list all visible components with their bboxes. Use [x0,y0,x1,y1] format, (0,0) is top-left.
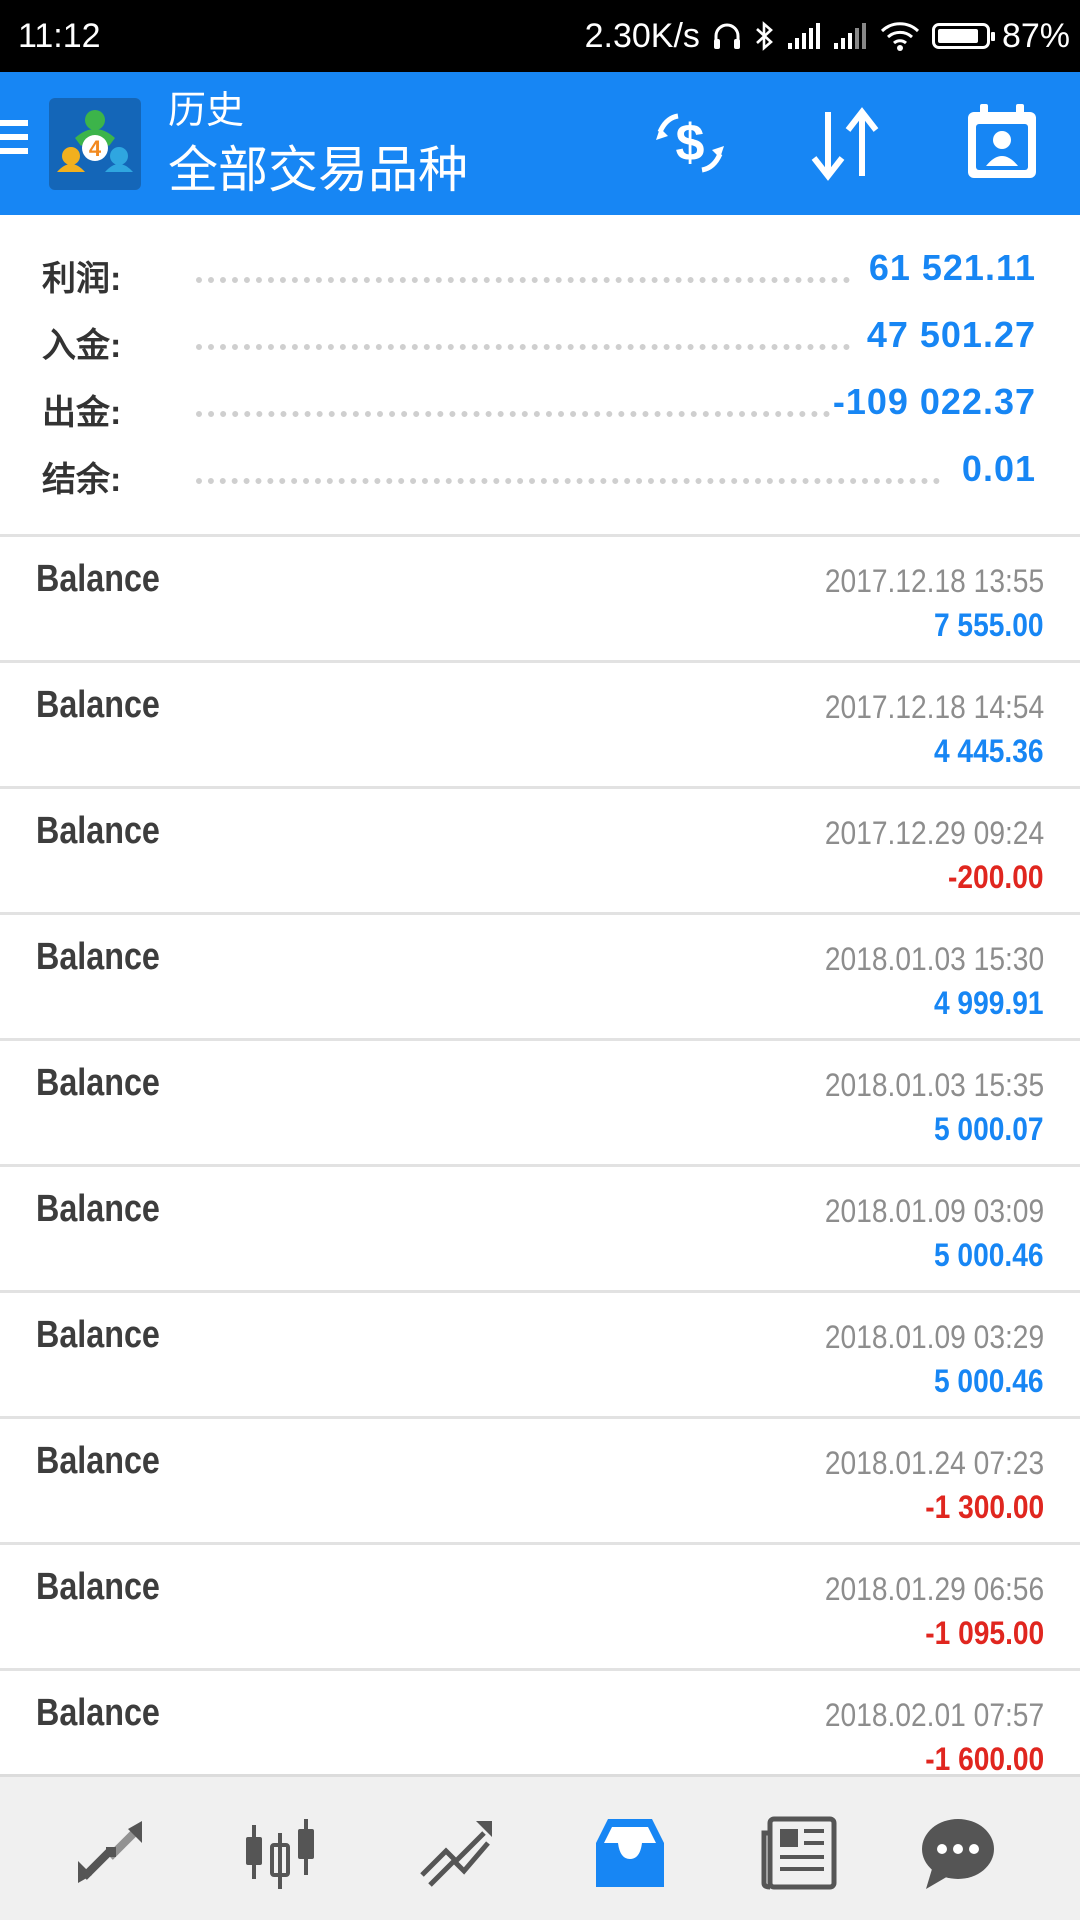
entry-amount: -200.00 [948,859,1044,895]
entry-time: 2017.12.29 09:24 [824,815,1044,851]
battery-icon [931,23,995,49]
summary-value: 0.01 [961,448,1036,489]
summary-row-withdrawal: 出金: -109 022.37 [0,373,1080,440]
entry-amount: 4 999.91 [934,985,1044,1021]
summary-label: 出金: [42,394,122,432]
status-bar: 11:12 2.30K/s 87% [0,0,1080,72]
entry-title: Balance [36,936,160,978]
entry-amount: 4 445.36 [934,733,1044,769]
entry-time: 2018.01.09 03:09 [824,1193,1044,1229]
entry-title: Balance [36,810,160,852]
wifi-icon [880,22,919,51]
entry-time: 2018.01.03 15:30 [824,941,1044,977]
summary-label: 利润: [42,260,122,298]
battery-fill [937,29,978,43]
entry-time: 2017.12.18 13:55 [824,563,1044,599]
summary-row-profit: 利润: 61 521.11 [0,239,1080,306]
header-subtitle: 历史 [168,90,245,132]
svg-text:4: 4 [89,136,102,161]
battery-percent: 87% [1001,16,1070,55]
bluetooth-icon [756,21,773,51]
status-right: 2.30K/s 87% [585,17,1070,56]
entry-title: Balance [36,558,160,600]
header-title[interactable]: 全部交易品种 [168,140,468,200]
list-item[interactable]: Balance 2017.12.18 14:54 4 445.36 [0,663,1080,789]
entry-time: 2018.01.24 07:23 [824,1445,1044,1481]
summary-panel: 利润: 61 521.11 入金: 47 501.27 出金: -109 022… [0,215,1080,535]
list-item[interactable]: Balance 2018.01.24 07:23 -1 300.00 [0,1419,1080,1545]
chat-icon[interactable] [918,1813,998,1893]
history-icon[interactable] [590,1813,670,1893]
list-item[interactable]: Balance 2018.01.29 06:56 -1 095.00 [0,1545,1080,1671]
entry-time: 2017.12.18 14:54 [824,689,1044,725]
entry-title: Balance [36,1314,160,1356]
sort-icon[interactable] [806,102,886,186]
status-time: 11:12 [18,16,101,55]
list-item[interactable]: Balance 2018.01.03 15:30 4 999.91 [0,915,1080,1041]
entry-title: Balance [36,1440,160,1482]
signal-icon [787,23,820,49]
dotted-leader [196,411,830,417]
summary-row-deposit: 入金: 47 501.27 [0,306,1080,373]
entry-time: 2018.02.01 07:57 [824,1697,1044,1733]
bottom-nav [0,1774,1080,1920]
signal-icon [833,23,866,49]
entry-amount: 7 555.00 [934,607,1044,643]
summary-value: 61 521.11 [868,247,1036,288]
summary-row-balance: 结余: 0.01 [0,440,1080,507]
menu-icon[interactable] [0,120,30,164]
headphones-icon [713,23,740,49]
list-item[interactable]: Balance 2018.01.09 03:09 5 000.46 [0,1167,1080,1293]
entry-time: 2018.01.29 06:56 [824,1571,1044,1607]
history-list: Balance 2017.12.18 13:55 7 555.00 Balanc… [0,537,1080,1797]
entry-title: Balance [36,1062,160,1104]
entry-time: 2018.01.03 15:35 [824,1067,1044,1103]
summary-label: 结余: [42,461,122,499]
currency-exchange-icon[interactable]: $ [648,102,732,186]
app-logo[interactable]: 4 [49,98,141,190]
entry-amount: 5 000.46 [934,1237,1044,1273]
entry-title: Balance [36,1692,160,1734]
dotted-leader [196,277,850,283]
entry-amount: -1 300.00 [925,1489,1044,1525]
dotted-leader [196,344,850,350]
list-item[interactable]: Balance 2017.12.29 09:24 -200.00 [0,789,1080,915]
summary-value: 47 501.27 [866,314,1036,355]
list-item[interactable]: Balance 2018.01.09 03:29 5 000.46 [0,1293,1080,1419]
svg-text:$: $ [676,114,705,172]
network-speed: 2.30K/s [584,16,700,55]
list-item[interactable]: Balance 2018.01.03 15:35 5 000.07 [0,1041,1080,1167]
chart-icon[interactable] [240,1813,320,1893]
summary-label: 入金: [42,327,122,365]
summary-value: -109 022.37 [832,381,1036,422]
trade-icon[interactable] [416,1813,496,1893]
calendar-icon[interactable] [966,102,1038,182]
entry-title: Balance [36,684,160,726]
dotted-leader [196,478,940,484]
list-item[interactable]: Balance 2017.12.18 13:55 7 555.00 [0,537,1080,663]
entry-title: Balance [36,1188,160,1230]
entry-amount: 5 000.46 [934,1363,1044,1399]
news-icon[interactable] [760,1813,840,1893]
entry-amount: -1 095.00 [925,1615,1044,1651]
entry-amount: -1 600.00 [925,1741,1044,1777]
entry-time: 2018.01.09 03:29 [824,1319,1044,1355]
entry-title: Balance [36,1566,160,1608]
app-bar: 4 历史 全部交易品种 $ [0,72,1080,215]
quotes-icon[interactable] [70,1813,150,1893]
entry-amount: 5 000.07 [934,1111,1044,1147]
metatrader-logo-icon: 4 [49,98,141,190]
